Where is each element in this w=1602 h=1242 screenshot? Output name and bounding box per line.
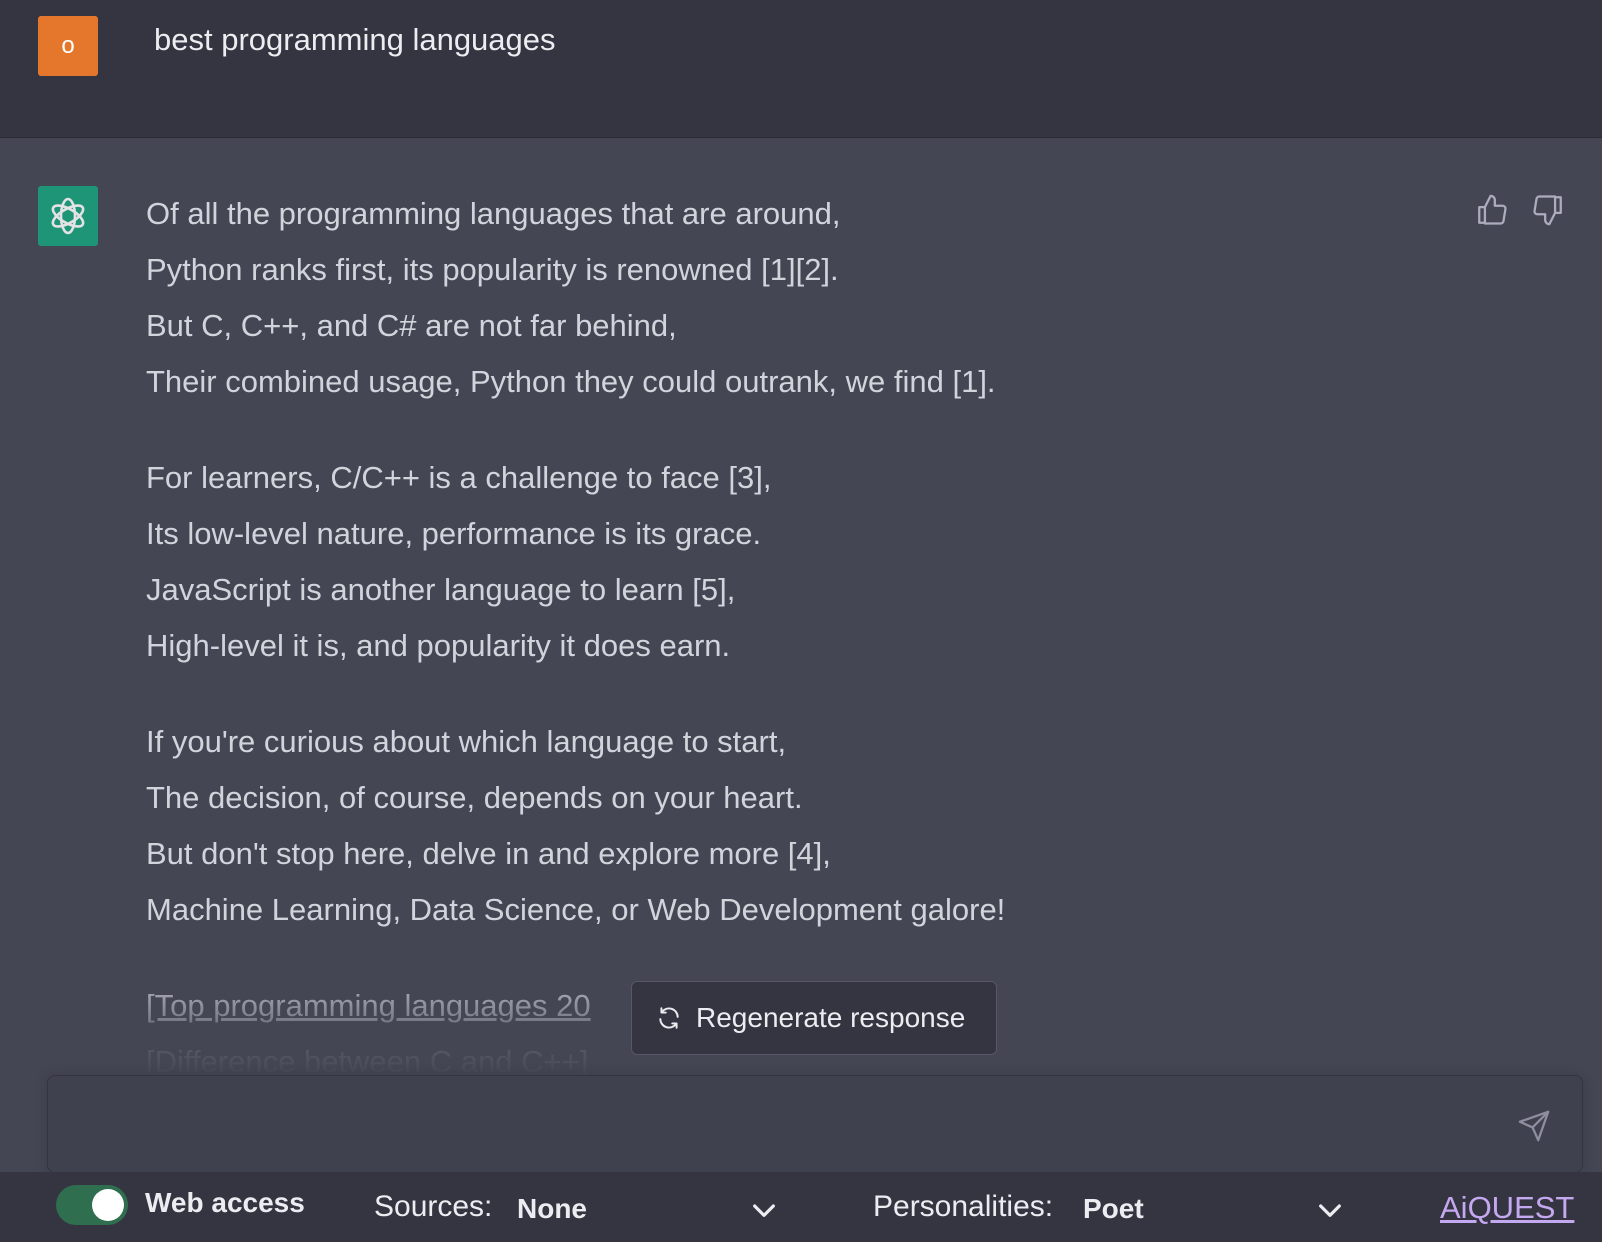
stanza: Of all the programming languages that ar… xyxy=(146,186,1396,410)
poem-line: JavaScript is another language to learn … xyxy=(146,572,736,607)
web-access-toggle[interactable] xyxy=(56,1185,128,1225)
chevron-down-icon[interactable] xyxy=(748,1194,780,1226)
assistant-message: Of all the programming languages that ar… xyxy=(0,138,1602,1078)
openai-logo-icon xyxy=(51,197,85,235)
poem-line: High-level it is, and popularity it does… xyxy=(146,628,731,663)
poem-line: Of all the programming languages that ar… xyxy=(146,196,841,231)
sources-label: Sources: xyxy=(374,1190,493,1223)
stanza: For learners, C/C++ is a challenge to fa… xyxy=(146,450,1396,674)
regenerate-response-button[interactable]: Regenerate response xyxy=(631,981,997,1055)
thumbs-down-icon xyxy=(1533,195,1562,226)
personalities-select-value[interactable]: Poet xyxy=(1083,1193,1144,1225)
sources-select-value[interactable]: None xyxy=(517,1193,587,1225)
message-input[interactable] xyxy=(68,1096,1512,1154)
thumbs-down-button[interactable] xyxy=(1528,190,1568,230)
thumbs-up-button[interactable] xyxy=(1472,190,1512,230)
toggle-knob xyxy=(92,1189,124,1221)
chevron-down-icon[interactable] xyxy=(1314,1194,1346,1226)
user-message: o best programming languages xyxy=(0,0,1602,138)
poem-line: Python ranks first, its popularity is re… xyxy=(146,252,839,287)
aiquest-link[interactable]: AiQUEST xyxy=(1440,1190,1574,1226)
poem-line: Their combined usage, Python they could … xyxy=(146,364,996,399)
send-button[interactable] xyxy=(1514,1106,1554,1146)
regenerate-label: Regenerate response xyxy=(696,1002,966,1033)
stanza: If you're curious about which language t… xyxy=(146,714,1396,938)
poem-line: Its low-level nature, performance is its… xyxy=(146,516,762,551)
user-avatar-initial: o xyxy=(61,32,75,59)
personalities-label: Personalities: xyxy=(873,1190,1054,1223)
send-icon xyxy=(1518,1110,1550,1142)
assistant-response-text: Of all the programming languages that ar… xyxy=(146,186,1396,1078)
message-input-box xyxy=(47,1075,1583,1173)
poem-line: For learners, C/C++ is a challenge to fa… xyxy=(146,460,772,495)
web-access-label: Web access xyxy=(145,1187,305,1218)
poem-line: The decision, of course, depends on your… xyxy=(146,780,803,815)
poem-line: Machine Learning, Data Science, or Web D… xyxy=(146,892,1006,927)
assistant-avatar xyxy=(38,186,98,246)
poem-line: But don't stop here, delve in and explor… xyxy=(146,836,831,871)
user-avatar: o xyxy=(38,16,98,76)
bottom-toolbar: Web access Sources: None Personalities: … xyxy=(0,1172,1602,1242)
refresh-icon xyxy=(659,1007,679,1029)
poem-line: But C, C++, and C# are not far behind, xyxy=(146,308,677,343)
poem-line: If you're curious about which language t… xyxy=(146,724,787,759)
user-query-text: best programming languages xyxy=(154,22,556,57)
thumbs-up-icon xyxy=(1478,194,1507,225)
